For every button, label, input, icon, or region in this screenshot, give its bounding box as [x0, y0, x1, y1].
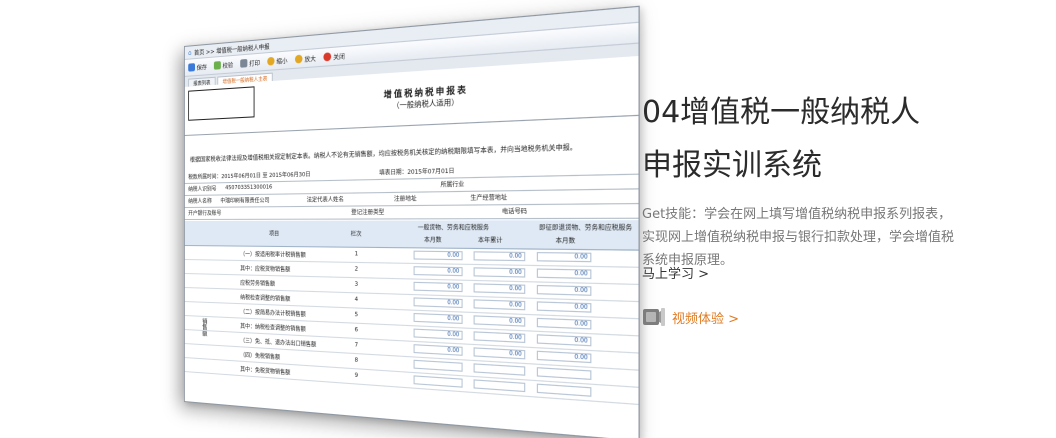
stamp-box: [188, 86, 254, 120]
row-line-number: 7: [355, 342, 358, 349]
col-year-total: 本年累计: [478, 235, 503, 244]
row-value-year-total: [474, 363, 526, 375]
row-item: （四）免税销售额: [240, 350, 280, 361]
taxpayer-name-value: 中瑞印刷有限责任公司: [220, 196, 269, 205]
period-text: 税款所属时间：2015年06月01日 至 2015年06月30日: [188, 170, 310, 181]
row-value-year-total: 0.00: [474, 299, 526, 310]
form-intro: 根据国家税收法律法规及增值税相关规定制定本表。纳税人不论有无销售额，均应按税务机…: [190, 141, 577, 163]
row-line-number: 9: [355, 372, 358, 379]
headline-line-2: 申报实训系统: [642, 139, 1042, 192]
row-item: （三）免、抵、退办法出口销售额: [240, 336, 316, 349]
row-value-year-total: 0.00: [474, 267, 526, 277]
bank-label: 开户银行及账号: [188, 209, 221, 217]
row-line-number: 6: [355, 327, 358, 334]
row-item: （二）按简易办法计税销售额: [240, 307, 306, 318]
row-value-current-month: 0.00: [414, 344, 463, 356]
row-item: 其中：应税货物销售额: [240, 264, 290, 273]
product-screenshot: ⌂ 首页 >> 增值税一般纳税人申报 保存 校验 打印 缩小 放大 关闭 报表列…: [150, 30, 630, 420]
col-immediate-month: 本月数: [556, 236, 576, 246]
row-value-year-total: 0.00: [474, 347, 526, 359]
row-value-year-total: 0.00: [474, 283, 526, 294]
row-line-number: 8: [355, 357, 358, 364]
row-line-number: 4: [355, 297, 358, 304]
biz-address-label: 生产经营地址: [470, 193, 507, 203]
info-row-bank: 开户银行及账号 登记注册类型 电话号码: [185, 203, 639, 220]
col-immediate: 即征即退货物、劳务和应税服务: [539, 223, 632, 233]
row-line-number: 2: [355, 266, 358, 273]
row-value-current-month: 0.00: [414, 266, 463, 276]
printer-icon: [240, 59, 247, 68]
save-button: 保存: [188, 62, 207, 73]
headline-line-1: 04增值税一般纳税人: [642, 86, 1042, 139]
headline: 04增值税一般纳税人 申报实训系统: [642, 86, 1042, 192]
zoom-out-icon: [267, 57, 274, 66]
row-item: 其中：纳税检查调整的销售额: [240, 322, 306, 334]
row-line-number: 1: [355, 251, 358, 258]
check-icon: [214, 61, 221, 70]
taxpayer-name-label: 纳税人名称: [188, 197, 212, 205]
row-value-year-total: 0.00: [474, 251, 526, 261]
video-link[interactable]: 视频体验 >: [642, 306, 739, 328]
row-value-immediate: [537, 367, 592, 380]
description: Get技能：学会在网上填写增值税纳税申报系列报表，实现网上增值税纳税申报与银行扣…: [642, 203, 962, 272]
legal-rep-label: 法定代表人姓名: [307, 195, 344, 204]
row-value-year-total: 0.00: [474, 315, 526, 326]
row-item: （一）按适用税率计税销售额: [240, 250, 306, 259]
learn-now-link[interactable]: 马上学习 >: [642, 263, 709, 282]
row-value-immediate: 0.00: [537, 301, 592, 312]
video-link-label: 视频体验 >: [672, 308, 739, 327]
row-value-current-month: 0.00: [414, 282, 463, 292]
row-value-year-total: 0.00: [474, 331, 526, 343]
row-item: 其中：免税货物销售额: [240, 365, 290, 377]
row-value-current-month: 0.00: [414, 329, 463, 340]
row-value-immediate: 0.00: [537, 268, 592, 279]
check-button: 校验: [214, 60, 233, 71]
col-line: 栏次: [351, 229, 362, 238]
industry-label: 所属行业: [441, 179, 465, 188]
grid-rows: （一）按适用税率计税销售额 1 0.00 0.00 0.00 其中：应税货物销售额 2 0.0…: [185, 246, 639, 405]
save-icon: [188, 63, 195, 72]
form-grid: 项目 栏次 一般货物、劳务和应税服务 本月数 本年累计 即征即退货物、劳务和应税…: [185, 220, 639, 438]
row-value-current-month: 0.00: [414, 313, 463, 324]
row-value-current-month: [414, 360, 463, 372]
row-line-number: 3: [355, 281, 358, 288]
row-value-immediate: [537, 384, 592, 397]
row-item: 应税劳务销售额: [240, 278, 275, 287]
col-general: 一般货物、劳务和应税服务: [418, 223, 489, 232]
close-button: 关闭: [323, 51, 344, 62]
row-value-immediate: 0.00: [537, 285, 592, 296]
close-icon: [323, 52, 331, 61]
print-button: 打印: [240, 57, 260, 68]
tax-form: 增值税纳税申报表 （一般纳税人适用） 根据国家税收法律法规及增值税相关规定制定本…: [185, 56, 639, 438]
col-current-month: 本月数: [424, 235, 442, 244]
col-item: 项目: [269, 229, 279, 237]
fill-date: 填表日期：2015年07月01日: [379, 166, 454, 177]
zoom-in-button: 放大: [295, 53, 316, 64]
software-window: ⌂ 首页 >> 增值税一般纳税人申报 保存 校验 打印 缩小 放大 关闭 报表列…: [184, 6, 640, 438]
zoom-out-button: 缩小: [267, 55, 287, 66]
reg-type-label: 登记注册类型: [351, 207, 384, 216]
home-icon: ⌂: [188, 49, 191, 56]
row-value-current-month: 0.00: [414, 251, 463, 261]
taxpayer-id-value: 450703351300016: [225, 184, 272, 191]
row-value-immediate: 0.00: [537, 334, 592, 346]
zoom-in-icon: [295, 55, 303, 64]
divider: [185, 115, 639, 136]
row-item: 纳税检查调整的销售额: [240, 293, 290, 303]
row-line-number: 5: [355, 312, 358, 319]
row-value-immediate: 0.00: [537, 252, 592, 262]
video-reel-icon: [642, 306, 666, 328]
row-value-current-month: [414, 375, 463, 387]
row-value-immediate: 0.00: [537, 351, 592, 364]
reg-address-label: 注册地址: [394, 194, 417, 203]
row-value-current-month: 0.00: [414, 297, 463, 308]
row-value-year-total: [474, 379, 526, 392]
row-value-immediate: 0.00: [537, 318, 592, 330]
taxpayer-id-label: 纳税人识别号: [188, 184, 216, 193]
phone-label: 电话号码: [502, 206, 527, 215]
